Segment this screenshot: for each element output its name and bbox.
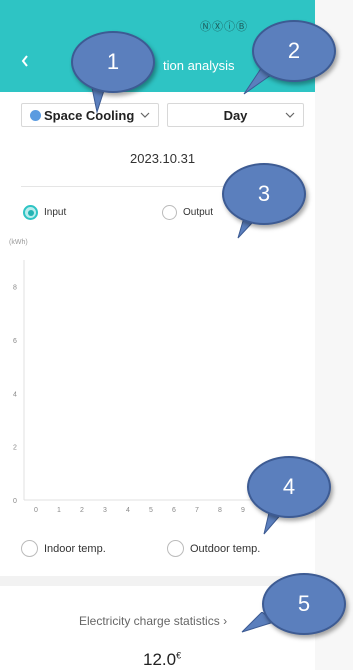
callout-1: 1 [71,31,155,93]
callout-4-number: 4 [282,474,296,499]
x-tick-label: 5 [149,507,153,514]
back-button[interactable] [20,54,36,70]
charge-amount: 12.0€ [143,650,181,670]
radio-unselected-icon [162,205,177,220]
radio-unselected-icon [21,540,38,557]
stats-link-label: Electricity charge statistics [79,614,220,628]
y-axis-unit-label: (kWh) [9,239,28,246]
y-tick-label: 0 [13,498,17,505]
radio-indoor-temp[interactable]: Indoor temp. [21,540,106,557]
x-tick-label: 6 [172,507,176,514]
mode-color-dot [30,109,41,121]
radio-indoor-label: Indoor temp. [44,542,106,555]
status-icons: ⓃⓍⓘⒷ [200,21,248,33]
chevron-down-icon [285,112,295,118]
x-tick-label: 3 [103,507,107,514]
radio-input[interactable]: Input [23,205,66,220]
x-tick-label: 4 [126,507,130,514]
callout-2: 2 [252,20,336,82]
callout-5-number: 5 [297,591,311,616]
radio-output[interactable]: Output [162,205,213,220]
callout-3-number: 3 [257,181,271,206]
x-tick-label: 0 [34,507,38,514]
y-tick-label: 6 [13,338,17,345]
x-tick-label: 1 [57,507,61,514]
currency-symbol: € [176,650,182,661]
period-select-label: Day [223,107,248,123]
chevron-left-icon [21,55,28,67]
side-strip [315,0,353,670]
callout-1-number: 1 [106,49,120,74]
y-tick-label: 4 [13,391,17,398]
radio-input-label: Input [44,207,67,218]
chevron-down-icon [140,112,150,118]
charge-amount-value: 12.0 [143,650,177,669]
electricity-charge-statistics-link[interactable]: Electricity charge statistics › [79,614,227,628]
callout-4: 4 [247,456,331,518]
x-tick-label: 2 [80,507,84,514]
radio-outdoor-label: Outdoor temp. [190,542,261,555]
date-label[interactable]: 2023.10.31 [130,151,195,166]
radio-selected-icon [23,205,38,220]
radio-output-label: Output [183,207,214,218]
section-divider [0,576,315,586]
page-title: tion analysis [163,58,235,73]
x-tick-label: 7 [195,507,199,514]
chevron-right-icon: › [223,614,228,628]
radio-outdoor-temp[interactable]: Outdoor temp. [167,540,260,557]
callout-2-number: 2 [287,38,301,63]
period-select[interactable]: Day [167,103,304,127]
x-tick-label: 9 [241,507,245,514]
x-tick-label: 8 [218,507,222,514]
callout-5: 5 [262,573,346,635]
y-tick-label: 8 [13,285,17,292]
y-tick-label: 2 [13,445,17,452]
radio-unselected-icon [167,540,184,557]
callout-3: 3 [222,163,306,225]
